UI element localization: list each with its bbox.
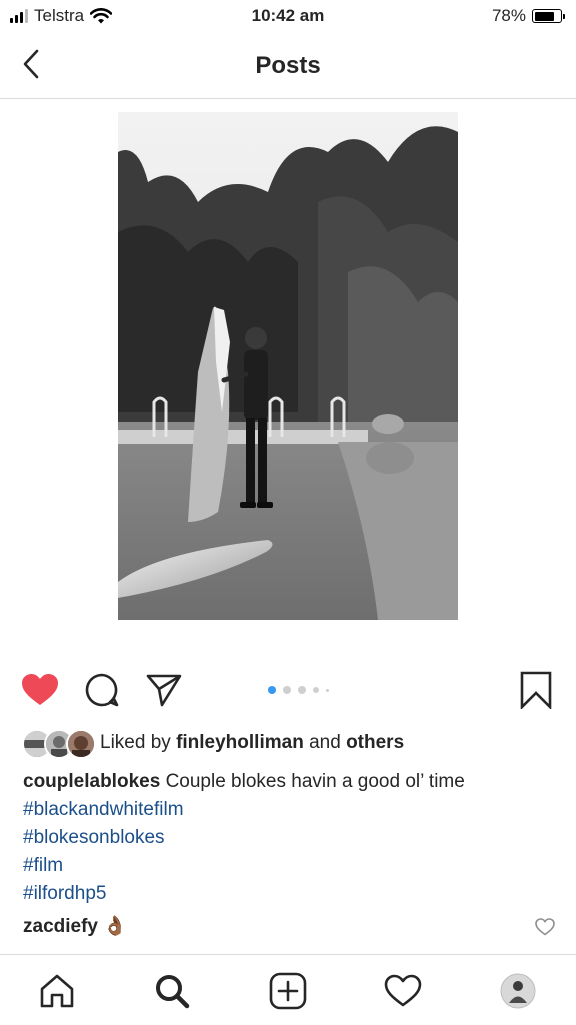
paper-plane-icon — [146, 674, 182, 707]
tab-bar — [0, 954, 576, 1025]
liker-username[interactable]: finleyholliman — [176, 732, 304, 753]
tab-search[interactable] — [150, 969, 194, 1013]
carousel-dot — [326, 688, 329, 692]
carousel-dot — [283, 686, 291, 694]
likes-text: Liked by finleyholliman and others — [100, 732, 404, 754]
post-caption: couplelablokes Couple blokes havin a goo… — [23, 768, 553, 908]
carousel-indicator — [268, 686, 329, 694]
like-button[interactable] — [18, 668, 62, 712]
heart-outline-icon — [535, 918, 555, 936]
page-title: Posts — [255, 52, 321, 79]
post-photo-illustration — [118, 112, 458, 620]
comment-bubble-icon — [85, 673, 119, 707]
tab-new-post[interactable] — [266, 969, 310, 1013]
post-image[interactable] — [118, 112, 458, 620]
hashtag-link[interactable]: #film — [23, 852, 553, 880]
nav-header: Posts — [0, 32, 576, 99]
activity-heart-icon — [384, 974, 422, 1007]
status-bar: Telstra 10:42 am 78% — [0, 0, 576, 32]
comment-text: 👌🏾 — [103, 916, 127, 937]
likes-joiner: and — [309, 732, 341, 753]
comment-button[interactable] — [80, 668, 124, 712]
status-right: 78% — [491, 6, 565, 26]
caption-username[interactable]: couplelablokes — [23, 771, 160, 792]
tab-activity[interactable] — [381, 969, 425, 1013]
battery-percent: 78% — [491, 6, 526, 25]
share-button[interactable] — [142, 668, 186, 712]
add-post-icon — [269, 972, 307, 1010]
hashtag-link[interactable]: #blackandwhitefilm — [23, 796, 553, 824]
home-icon — [40, 974, 74, 1008]
likes-prefix: Liked by — [100, 732, 171, 753]
save-button[interactable] — [514, 668, 558, 712]
likes-row[interactable]: Liked by finleyholliman and others — [22, 728, 404, 759]
hashtag-link[interactable]: #ilfordhp5 — [23, 880, 553, 908]
bookmark-icon — [520, 671, 552, 709]
battery-icon — [532, 9, 565, 23]
caption-text: Couple blokes havin a good ol’ time — [165, 771, 465, 792]
comment-like-button[interactable] — [535, 918, 555, 942]
search-icon — [156, 975, 190, 1009]
hashtag-link[interactable]: #blokesonblokes — [23, 824, 553, 852]
status-time: 10:42 am — [251, 6, 325, 25]
carousel-dot — [298, 686, 306, 694]
avatar — [66, 729, 96, 759]
post-actions — [0, 668, 576, 714]
carousel-dot — [268, 686, 276, 694]
comment-username[interactable]: zacdiefy — [23, 916, 98, 937]
liker-avatars — [22, 729, 96, 759]
profile-avatar — [500, 973, 536, 1009]
tab-profile[interactable] — [496, 969, 540, 1013]
comment-row: zacdiefy 👌🏾 — [23, 914, 555, 944]
heart-filled-icon — [22, 674, 58, 705]
tab-home[interactable] — [35, 969, 79, 1013]
likes-others-link[interactable]: others — [346, 732, 404, 753]
carousel-dot — [313, 687, 319, 693]
